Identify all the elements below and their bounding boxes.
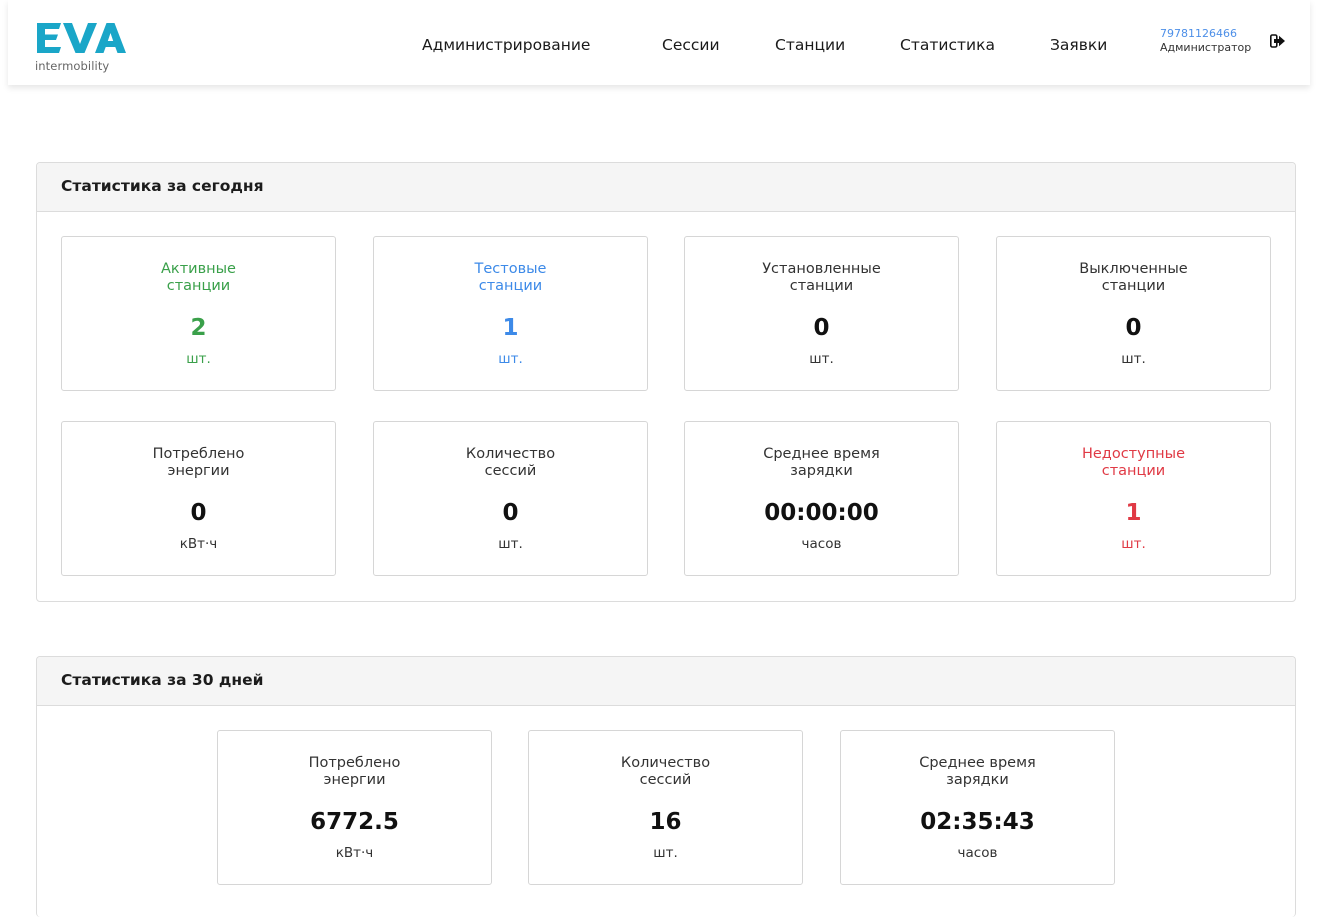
top-navbar: intermobility Администрирование Сессии С… (8, 0, 1310, 85)
card-unit: шт. (809, 351, 834, 367)
nav-requests[interactable]: Заявки (1050, 36, 1107, 54)
card-label: Активные станции (62, 261, 335, 295)
sign-out-icon[interactable] (1270, 34, 1286, 48)
nav-statistics[interactable]: Статистика (900, 36, 995, 54)
card-label-line1: Недоступные (1081, 446, 1186, 462)
card-label-line2: станции (166, 278, 231, 294)
card-value: 0 (813, 315, 830, 341)
card-value: 00:00:00 (764, 500, 879, 526)
card-label-line1: Потреблено (152, 446, 245, 462)
card-label: Количество сессий (374, 446, 647, 480)
card-label-line1: Установленные (762, 261, 881, 277)
stat-card-disabled-stations: Выключенные станции 0 шт. (996, 236, 1271, 391)
card-label: Количество сессий (529, 755, 802, 789)
card-value: 2 (190, 315, 207, 341)
nav-administration[interactable]: Администрирование (422, 36, 590, 54)
today-stats-panel: Статистика за сегодня Активные станции 2… (36, 162, 1296, 602)
card-label: Выключенные станции (997, 261, 1270, 295)
card-unit: кВт·ч (179, 536, 218, 552)
card-label: Среднее время зарядки (685, 446, 958, 480)
today-panel-header: Статистика за сегодня (37, 163, 1295, 212)
card-value: 0 (502, 500, 519, 526)
stat-card-installed-stations: Установленные станции 0 шт. (684, 236, 959, 391)
card-label: Недоступные станции (997, 446, 1270, 480)
main-nav: Администрирование Сессии Станции Статист… (8, 0, 1310, 85)
user-info[interactable]: 79781126466 Администратор (1160, 27, 1251, 55)
stat-card-active-stations: Активные станции 2 шт. (61, 236, 336, 391)
card-label-line1: Активные (161, 261, 236, 277)
card-value: 1 (502, 315, 519, 341)
card-unit: шт. (1121, 536, 1146, 552)
card-unit: кВт·ч (335, 845, 374, 861)
card-label-line2: энергии (323, 772, 386, 788)
month-panel-header: Статистика за 30 дней (37, 657, 1295, 706)
card-label-line1: Потреблено (308, 755, 401, 771)
card-unit: шт. (653, 845, 678, 861)
card-label-line2: зарядки (946, 772, 1009, 788)
card-label-line2: сессий (639, 772, 692, 788)
card-label: Потреблено энергии (62, 446, 335, 480)
stat-card-session-count: Количество сессий 0 шт. (373, 421, 648, 576)
month-card-energy-consumed: Потреблено энергии 6772.5 кВт·ч (217, 730, 492, 885)
user-role: Администратор (1160, 41, 1252, 54)
card-label-line2: энергии (167, 463, 230, 479)
card-label: Тестовые станции (374, 261, 647, 295)
card-unit: шт. (186, 351, 211, 367)
card-label-line2: станции (1101, 463, 1166, 479)
card-label: Среднее время зарядки (841, 755, 1114, 789)
stat-card-energy-consumed: Потреблено энергии 0 кВт·ч (61, 421, 336, 576)
card-label: Установленные станции (685, 261, 958, 295)
month-card-avg-charge-time: Среднее время зарядки 02:35:43 часов (840, 730, 1115, 885)
card-unit: часов (801, 536, 842, 552)
user-phone[interactable]: 79781126466 (1160, 27, 1251, 41)
card-value: 02:35:43 (920, 809, 1035, 835)
stat-card-unavailable-stations: Недоступные станции 1 шт. (996, 421, 1271, 576)
card-label-line1: Тестовые (474, 261, 547, 277)
card-label-line2: станции (1101, 278, 1166, 294)
card-label-line1: Количество (620, 755, 711, 771)
nav-sessions[interactable]: Сессии (662, 36, 720, 54)
card-label-line2: сессий (484, 463, 537, 479)
card-unit: шт. (498, 536, 523, 552)
card-value: 1 (1125, 500, 1142, 526)
card-label-line2: станции (478, 278, 543, 294)
card-value: 6772.5 (310, 809, 399, 835)
card-unit: часов (957, 845, 998, 861)
stat-card-test-stations: Тестовые станции 1 шт. (373, 236, 648, 391)
card-label-line2: зарядки (790, 463, 853, 479)
stat-card-avg-charge-time: Среднее время зарядки 00:00:00 часов (684, 421, 959, 576)
month-stats-panel: Статистика за 30 дней Потреблено энергии… (36, 656, 1296, 917)
today-panel-title: Статистика за сегодня (61, 177, 264, 195)
card-label-line1: Среднее время (763, 446, 880, 462)
card-unit: шт. (1121, 351, 1146, 367)
card-label-line2: станции (789, 278, 854, 294)
card-label-line1: Количество (465, 446, 556, 462)
card-unit: шт. (498, 351, 523, 367)
card-label-line1: Выключенные (1079, 261, 1188, 277)
nav-stations[interactable]: Станции (775, 36, 845, 54)
card-value: 0 (190, 500, 207, 526)
card-label: Потреблено энергии (218, 755, 491, 789)
card-value: 0 (1125, 315, 1142, 341)
month-card-session-count: Количество сессий 16 шт. (528, 730, 803, 885)
card-value: 16 (649, 809, 682, 835)
card-label-line1: Среднее время (919, 755, 1036, 771)
month-panel-title: Статистика за 30 дней (61, 671, 264, 689)
